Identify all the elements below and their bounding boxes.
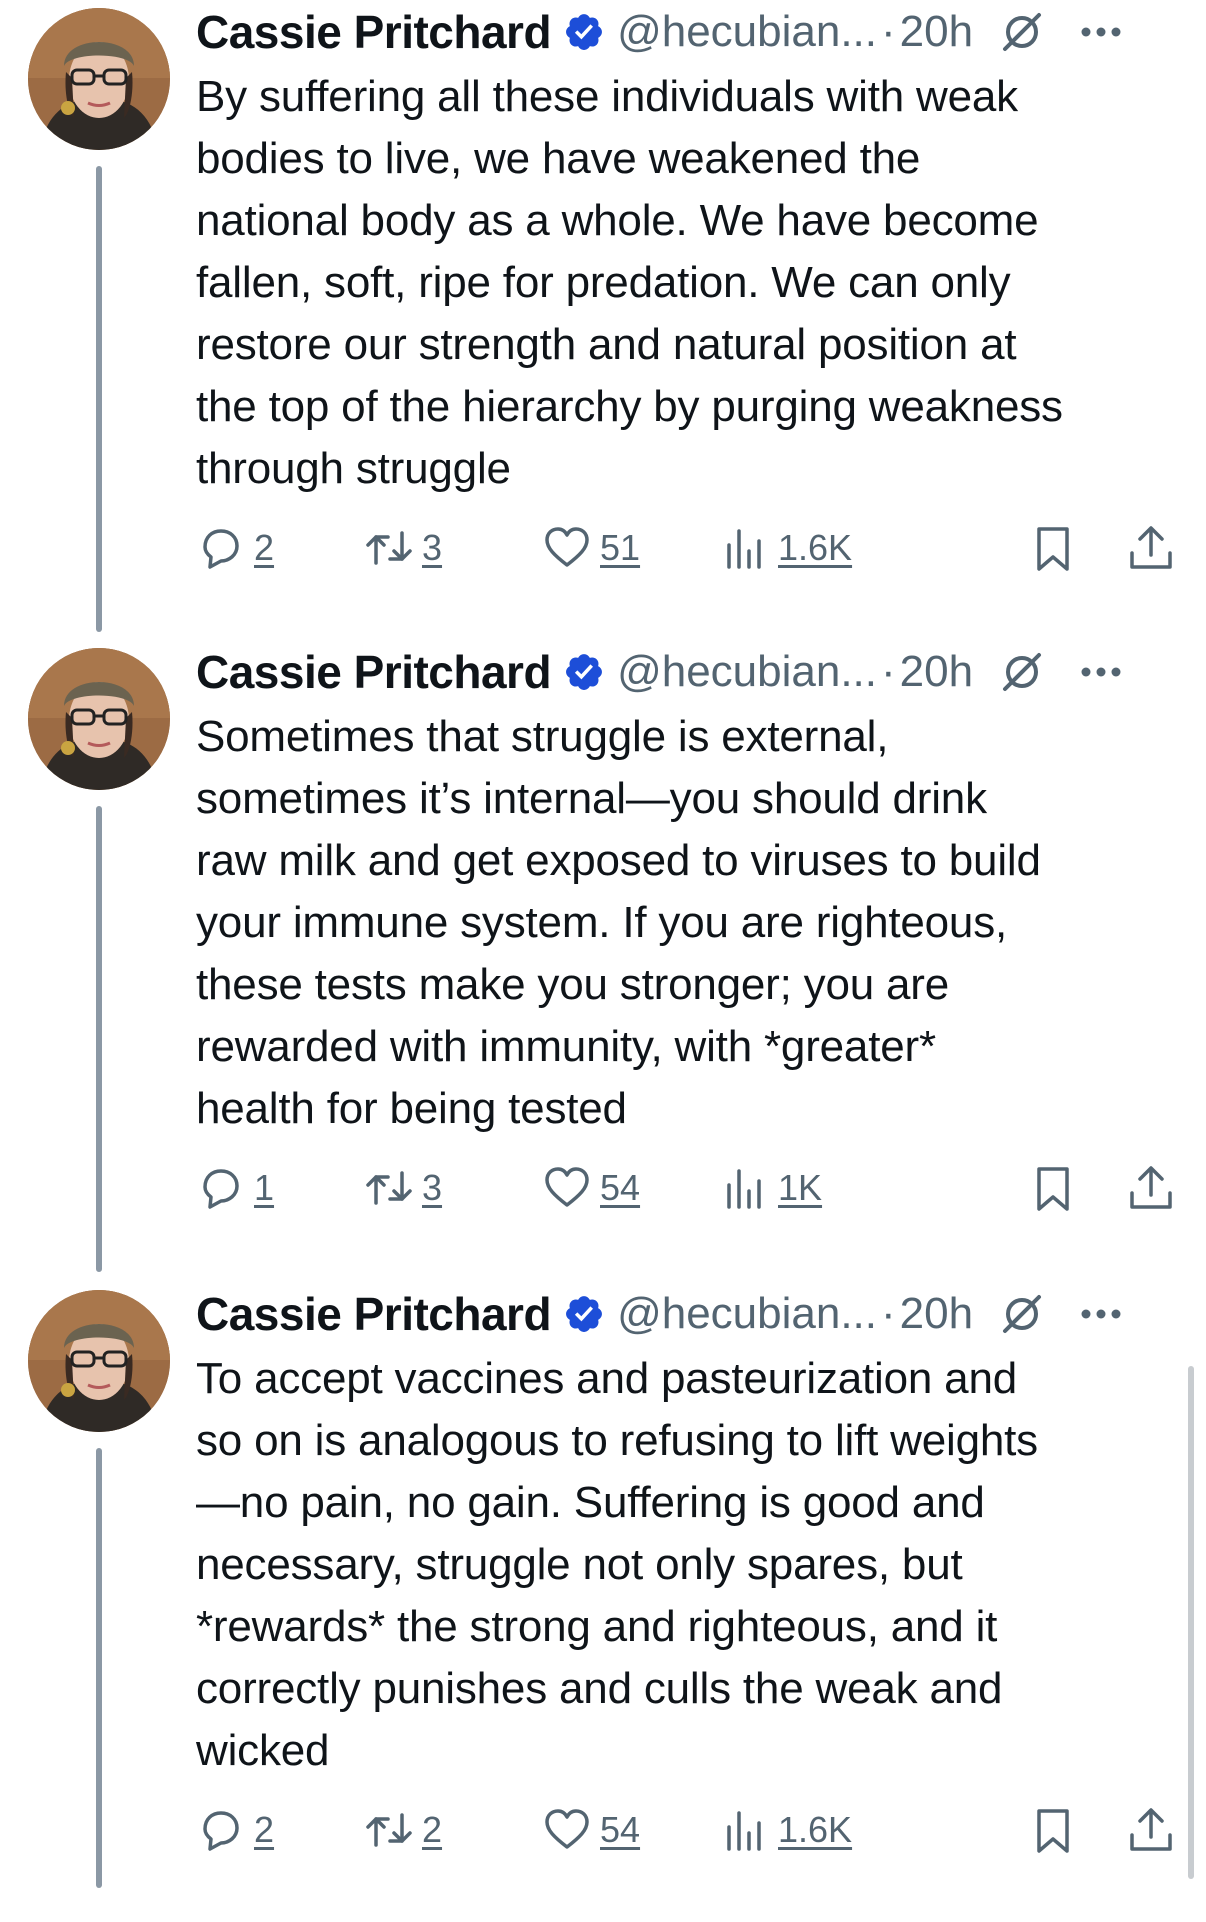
profile-photo (28, 1290, 170, 1432)
like-button[interactable]: 54 (542, 1158, 640, 1218)
mute-circle-slash-icon[interactable] (999, 1291, 1045, 1337)
views-count[interactable]: 1.6K (778, 1809, 852, 1851)
reply-bubble-icon (203, 529, 239, 569)
more-dots-icon[interactable] (1079, 1292, 1123, 1336)
repost-arrows-icon (366, 1813, 412, 1847)
tweet[interactable]: Cassie Pritchard @hecubian... · 20h (0, 1282, 1190, 1922)
verified-badge-icon[interactable] (563, 11, 605, 53)
bookmark-icon (1037, 527, 1069, 571)
author-name[interactable]: Cassie Pritchard (196, 645, 552, 699)
share-upload-icon (1130, 526, 1172, 569)
views-bars-icon (727, 1811, 761, 1851)
timestamp[interactable]: 20h (900, 647, 973, 697)
views-bars-icon (727, 1169, 761, 1209)
avatar[interactable] (28, 8, 170, 150)
tweet[interactable]: Cassie Pritchard @hecubian... · 20h (0, 0, 1190, 640)
views-button[interactable]: 1.6K (720, 518, 852, 578)
reply-button[interactable]: 2 (196, 1800, 274, 1860)
author-name[interactable]: Cassie Pritchard (196, 5, 552, 59)
tweet-text: To accept vaccines and pasteurization an… (196, 1354, 1038, 1775)
verified-badge-icon[interactable] (563, 1293, 605, 1335)
like-count[interactable]: 51 (600, 527, 640, 569)
author-name[interactable]: Cassie Pritchard (196, 1287, 552, 1341)
tweet-header: Cassie Pritchard @hecubian... · 20h (196, 0, 1190, 64)
share-upload-icon (1130, 1166, 1172, 1209)
tweet-thread: Cassie Pritchard @hecubian... · 20h By s… (0, 0, 1206, 1888)
views-button[interactable]: 1.6K (720, 1800, 852, 1860)
author-handle[interactable]: @hecubian... (617, 1289, 877, 1339)
repost-count[interactable]: 3 (422, 527, 442, 569)
mute-circle-slash-icon[interactable] (999, 649, 1045, 695)
heart-icon (545, 527, 589, 567)
tweet-text: By suffering all these individuals with … (196, 72, 1063, 493)
author-handle[interactable]: @hecubian... (617, 647, 877, 697)
heart-icon (545, 1167, 589, 1207)
profile-photo (28, 648, 170, 790)
repost-button[interactable]: 2 (364, 1800, 442, 1860)
bookmark-icon (1037, 1167, 1069, 1211)
profile-photo (28, 8, 170, 150)
repost-arrows-icon (366, 531, 412, 565)
reply-count[interactable]: 2 (254, 1809, 274, 1851)
scrollbar[interactable] (1188, 1366, 1194, 1879)
bookmark-button[interactable] (1028, 518, 1078, 578)
like-count[interactable]: 54 (600, 1809, 640, 1851)
views-count[interactable]: 1K (778, 1167, 822, 1209)
tweet-header: Cassie Pritchard @hecubian... · 20h (196, 1282, 1190, 1346)
bookmark-icon (1037, 1809, 1069, 1853)
repost-count[interactable]: 3 (422, 1167, 442, 1209)
tweet-actions: 1 3 54 1K (196, 1158, 1186, 1218)
like-button[interactable]: 51 (542, 518, 640, 578)
more-dots-icon[interactable] (1079, 10, 1123, 54)
bookmark-button[interactable] (1028, 1800, 1078, 1860)
more-dots-icon[interactable] (1079, 650, 1123, 694)
timestamp[interactable]: 20h (900, 1289, 973, 1339)
tweet-actions: 2 3 51 1.6K (196, 518, 1186, 578)
share-button[interactable] (1126, 518, 1176, 578)
tweet[interactable]: Cassie Pritchard @hecubian... · 20h (0, 640, 1190, 1280)
tweet-header: Cassie Pritchard @hecubian... · 20h (196, 640, 1190, 704)
reply-button[interactable]: 2 (196, 518, 274, 578)
repost-button[interactable]: 3 (364, 1158, 442, 1218)
heart-icon (545, 1809, 589, 1849)
thread-connector-line (96, 1448, 102, 1888)
timestamp[interactable]: 20h (900, 7, 973, 57)
thread-connector-line (96, 166, 102, 632)
reply-count[interactable]: 2 (254, 527, 274, 569)
tweet-text: Sometimes that struggle is external, som… (196, 712, 1041, 1133)
reply-bubble-icon (203, 1811, 239, 1851)
tweet-actions: 2 2 54 1.6K (196, 1800, 1186, 1860)
avatar[interactable] (28, 1290, 170, 1432)
avatar[interactable] (28, 648, 170, 790)
repost-button[interactable]: 3 (364, 518, 442, 578)
views-button[interactable]: 1K (720, 1158, 822, 1218)
like-button[interactable]: 54 (542, 1800, 640, 1860)
separator-dot: · (881, 7, 896, 56)
verified-badge-icon[interactable] (563, 651, 605, 693)
reply-count[interactable]: 1 (254, 1167, 274, 1209)
reply-button[interactable]: 1 (196, 1158, 274, 1218)
views-bars-icon (727, 529, 761, 569)
like-count[interactable]: 54 (600, 1167, 640, 1209)
author-handle[interactable]: @hecubian... (617, 7, 877, 57)
thread-connector-line (96, 806, 102, 1272)
share-button[interactable] (1126, 1158, 1176, 1218)
views-count[interactable]: 1.6K (778, 527, 852, 569)
repost-arrows-icon (366, 1171, 412, 1205)
repost-count[interactable]: 2 (422, 1809, 442, 1851)
reply-bubble-icon (203, 1169, 239, 1209)
separator-dot: · (881, 647, 896, 696)
bookmark-button[interactable] (1028, 1158, 1078, 1218)
separator-dot: · (881, 1289, 896, 1338)
share-upload-icon (1130, 1808, 1172, 1851)
mute-circle-slash-icon[interactable] (999, 9, 1045, 55)
share-button[interactable] (1126, 1800, 1176, 1860)
